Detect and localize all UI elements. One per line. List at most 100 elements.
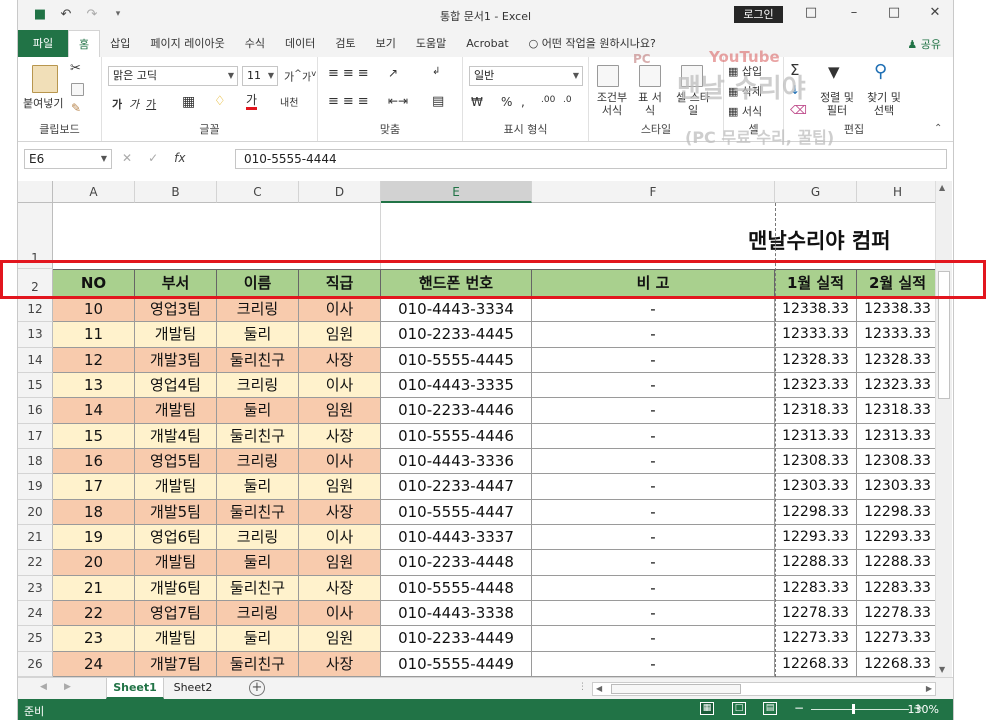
table-cell[interactable]: 임원: [299, 550, 381, 576]
scroll-left-icon[interactable]: ◀: [596, 684, 602, 693]
table-cell[interactable]: 12273.33: [857, 626, 939, 652]
table-cell[interactable]: 둘리: [217, 626, 299, 652]
table-cell[interactable]: 둘리: [217, 398, 299, 424]
column-header-b[interactable]: B: [135, 181, 217, 203]
table-cell[interactable]: -: [532, 651, 775, 677]
scroll-down-icon[interactable]: ▼: [939, 665, 945, 674]
table-cell[interactable]: 010-5555-4445: [381, 347, 532, 373]
header-cell[interactable]: 부서: [135, 269, 217, 297]
font-color-icon[interactable]: 가: [246, 94, 258, 110]
row-header[interactable]: 26: [18, 651, 53, 677]
table-cell[interactable]: 23: [53, 626, 135, 652]
table-cell[interactable]: -: [532, 499, 775, 525]
number-format-select[interactable]: 일반 ▼: [469, 66, 583, 86]
column-header-d[interactable]: D: [299, 181, 381, 203]
indent-icons[interactable]: ⇤⇥: [388, 94, 408, 108]
page-break-view-icon[interactable]: ▤: [763, 702, 777, 715]
table-cell[interactable]: 12338.33: [857, 297, 939, 323]
table-cell[interactable]: 영업6팀: [135, 524, 217, 551]
horizontal-scrollbar[interactable]: ◀ ▶: [592, 682, 936, 696]
table-cell[interactable]: 010-5555-4449: [381, 651, 532, 677]
share-button[interactable]: ♟ 공유: [907, 36, 941, 52]
table-cell[interactable]: 12333.33: [857, 322, 939, 348]
table-cell[interactable]: 11: [53, 322, 135, 348]
table-cell[interactable]: 12298.33: [857, 499, 939, 525]
table-cell[interactable]: 영업7팀: [135, 600, 217, 627]
paste-label[interactable]: 붙여넣기: [23, 95, 63, 111]
find-select-icon[interactable]: ⚲: [874, 61, 887, 82]
table-cell[interactable]: 22: [53, 600, 135, 627]
percent-icon[interactable]: %: [501, 95, 512, 109]
row-header[interactable]: 20: [18, 499, 53, 525]
zoom-slider[interactable]: [811, 709, 909, 710]
copy-icon[interactable]: [71, 83, 84, 96]
currency-icon[interactable]: ₩: [471, 95, 483, 109]
scroll-right-icon[interactable]: ▶: [926, 684, 932, 693]
row-header[interactable]: 17: [18, 423, 53, 449]
table-cell[interactable]: 임원: [299, 474, 381, 500]
border-icon[interactable]: ▦: [182, 94, 195, 110]
table-cell[interactable]: 영업3팀: [135, 297, 217, 323]
header-cell[interactable]: 이름: [217, 269, 299, 297]
format-cells-button[interactable]: ▦ 서식: [728, 103, 762, 119]
collapse-ribbon-icon[interactable]: ⌃: [934, 123, 942, 134]
table-cell[interactable]: -: [532, 600, 775, 627]
table-cell[interactable]: 12303.33: [775, 474, 857, 500]
table-cell[interactable]: 010-4443-3335: [381, 372, 532, 399]
format-as-table-icon[interactable]: [639, 65, 661, 87]
zoom-slider-knob[interactable]: [852, 704, 855, 714]
decrease-decimal-icon[interactable]: .0: [563, 95, 572, 105]
normal-view-icon[interactable]: ▦: [700, 702, 714, 715]
table-cell[interactable]: 영업4팀: [135, 372, 217, 399]
column-header-a[interactable]: A: [53, 181, 135, 203]
table-cell[interactable]: 개발팀: [135, 322, 217, 348]
next-sheet-icon[interactable]: ▶: [64, 682, 71, 692]
table-cell[interactable]: 19: [53, 524, 135, 551]
table-cell[interactable]: 이사: [299, 372, 381, 399]
table-cell[interactable]: 개발3팀: [135, 347, 217, 373]
fill-color-icon[interactable]: ♢: [214, 94, 226, 109]
table-cell[interactable]: 12293.33: [857, 524, 939, 551]
conditional-format-label[interactable]: 조건부 서식: [592, 91, 632, 117]
table-cell[interactable]: 010-4443-3334: [381, 297, 532, 323]
column-header-g[interactable]: G: [775, 181, 857, 203]
scroll-up-icon[interactable]: ▲: [939, 183, 945, 192]
vertical-scroll-thumb[interactable]: [938, 271, 950, 399]
table-cell[interactable]: 12268.33: [857, 651, 939, 677]
clear-icon[interactable]: ⌫: [790, 103, 807, 117]
format-painter-icon[interactable]: ✎: [71, 101, 81, 115]
table-cell[interactable]: 크리링: [217, 297, 299, 323]
table-cell[interactable]: 둘리친구: [217, 347, 299, 373]
table-cell[interactable]: 12318.33: [775, 398, 857, 424]
table-cell[interactable]: 12298.33: [775, 499, 857, 525]
table-cell[interactable]: 사장: [299, 347, 381, 373]
table-cell[interactable]: 임원: [299, 322, 381, 348]
table-cell[interactable]: -: [532, 423, 775, 449]
table-cell[interactable]: -: [532, 474, 775, 500]
table-cell[interactable]: 크리링: [217, 448, 299, 475]
table-cell[interactable]: 12268.33: [775, 651, 857, 677]
table-cell[interactable]: 17: [53, 474, 135, 500]
banner-blank-cell[interactable]: [53, 203, 381, 269]
comma-icon[interactable]: ,: [521, 95, 525, 109]
table-cell[interactable]: 둘리친구: [217, 575, 299, 601]
table-cell[interactable]: 13: [53, 372, 135, 399]
table-cell[interactable]: 12318.33: [857, 398, 939, 424]
table-cell[interactable]: 12313.33: [775, 423, 857, 449]
table-cell[interactable]: -: [532, 297, 775, 323]
table-cell[interactable]: -: [532, 448, 775, 475]
sheet-tab-sheet2[interactable]: Sheet2: [164, 678, 222, 699]
table-cell[interactable]: 둘리: [217, 474, 299, 500]
tab-help[interactable]: 도움말: [406, 30, 456, 57]
row-header[interactable]: 16: [18, 398, 53, 424]
table-cell[interactable]: -: [532, 398, 775, 424]
table-cell[interactable]: 12308.33: [857, 448, 939, 475]
table-cell[interactable]: 임원: [299, 626, 381, 652]
table-cell[interactable]: 12283.33: [857, 575, 939, 601]
table-cell[interactable]: 둘리: [217, 550, 299, 576]
table-cell[interactable]: 12328.33: [775, 347, 857, 373]
table-cell[interactable]: 개발5팀: [135, 499, 217, 525]
select-all-corner[interactable]: [18, 181, 53, 203]
header-cell[interactable]: 핸드폰 번호: [381, 269, 532, 297]
tab-insert[interactable]: 삽입: [100, 30, 140, 57]
